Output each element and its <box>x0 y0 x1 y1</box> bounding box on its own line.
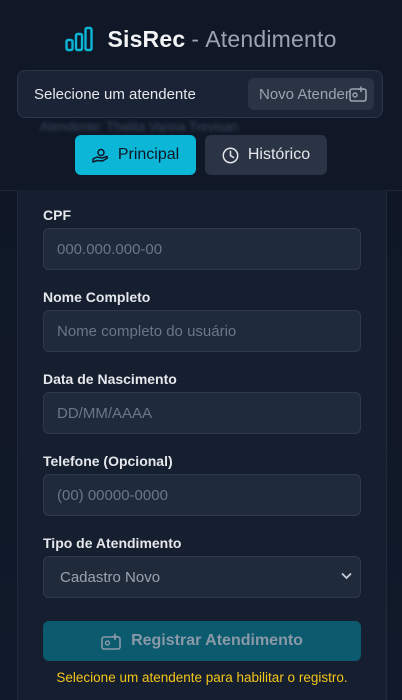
clock-icon <box>222 147 239 163</box>
phone-label: Telefone (Opcional) <box>43 453 173 469</box>
phone-input[interactable] <box>43 474 361 516</box>
brand-subtitle: Atendimento <box>205 25 337 52</box>
birth-date-input[interactable] <box>43 392 361 434</box>
blurred-attendant-text: Atendente: Thalita Vanna Trevisan <box>40 119 239 134</box>
add-card-icon <box>101 633 121 650</box>
brand: SisRec - Atendimento <box>0 22 402 56</box>
register-button-label: Registrar Atendimento <box>131 632 303 649</box>
registration-form: CPF Nome Completo Data de Nascimento Tel… <box>17 190 387 700</box>
brand-separator: - <box>191 25 200 52</box>
warning-message: Selecione um atendente para habilitar o … <box>56 670 348 685</box>
cpf-label: CPF <box>43 207 71 223</box>
name-input[interactable] <box>43 310 361 352</box>
new-attendant-button[interactable]: Novo Atendente <box>248 78 374 110</box>
add-card-icon <box>349 86 367 102</box>
chevron-down-icon <box>341 572 352 580</box>
tab-historico[interactable]: Histórico <box>205 135 327 175</box>
register-button[interactable]: Registrar Atendimento <box>43 621 361 661</box>
attendant-selector-label: Selecione um atendente <box>34 85 196 103</box>
service-type-select[interactable]: Cadastro Novo <box>43 556 361 598</box>
app-root: SisRec - Atendimento Selecione um atende… <box>0 0 402 700</box>
tab-historico-label: Histórico <box>247 146 311 163</box>
service-type-label: Tipo de Atendimento <box>43 535 182 551</box>
header: SisRec - Atendimento Selecione um atende… <box>0 0 402 191</box>
attendant-selector[interactable]: Selecione um atendente Novo Atendente <box>17 70 383 118</box>
brand-name: SisRec <box>107 25 186 52</box>
cpf-input[interactable] <box>43 228 361 270</box>
service-type-value: Cadastro Novo <box>60 568 161 586</box>
hand-money-icon <box>92 148 109 163</box>
tab-principal[interactable]: Principal <box>75 135 196 175</box>
birth-date-label: Data de Nascimento <box>43 371 177 387</box>
tab-principal-label: Principal <box>117 146 180 163</box>
name-label: Nome Completo <box>43 289 151 305</box>
bar-chart-icon <box>65 26 94 52</box>
tab-bar: Principal Histórico <box>75 135 327 175</box>
